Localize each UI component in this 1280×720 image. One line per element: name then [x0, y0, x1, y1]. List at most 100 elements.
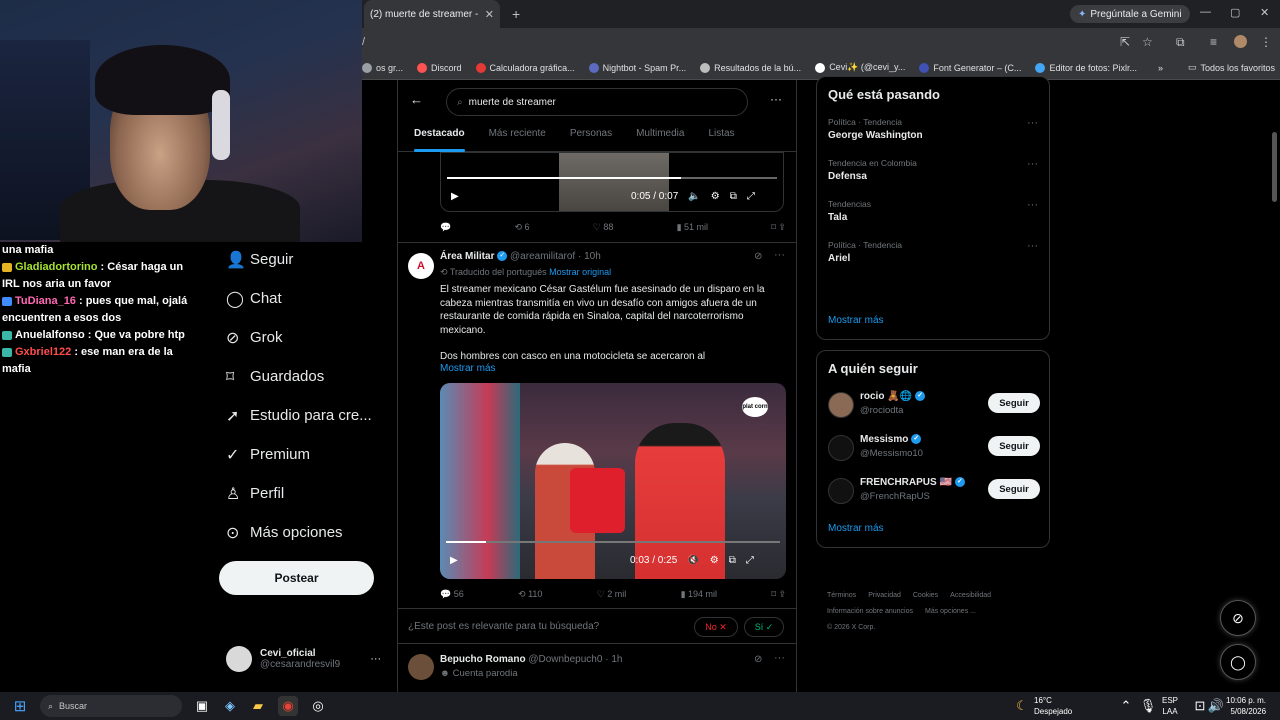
video-progress-track[interactable] — [446, 541, 780, 543]
pip-icon[interactable]: ⧉ — [730, 191, 737, 202]
tab-2[interactable]: Personas — [562, 124, 620, 152]
nav-item-premium[interactable]: ✓ Premium — [220, 435, 390, 474]
tab-4[interactable]: Listas — [700, 124, 742, 152]
nav-item-guardados[interactable]: ⌑ Guardados — [220, 357, 390, 396]
avatar[interactable]: A — [408, 253, 434, 279]
video-player-2[interactable]: plat corn ▶ 0:03 / 0:25 🔇 ⚙ ⧉ ⤢ — [440, 383, 786, 579]
tweet[interactable]: A Área Militar ✓ @areamilitarof · 10h ⊘ … — [398, 242, 796, 602]
reply-button[interactable]: 💬 56 — [440, 589, 464, 600]
follow-suggestion[interactable]: Messismo ✓ @Messismo10 Seguir — [828, 432, 1040, 464]
tweet-handle[interactable]: @areamilitarof — [510, 251, 575, 262]
relevance-no-button[interactable]: No ✕ — [694, 617, 738, 637]
fullscreen-icon[interactable]: ⤢ — [746, 555, 754, 566]
search-more-icon[interactable]: ··· — [770, 92, 782, 106]
extensions-icon[interactable]: ⧉ — [1176, 35, 1185, 50]
nav-item-perfil[interactable]: ♙ Perfil — [220, 474, 390, 513]
follow-name[interactable]: FRENCHRAPUS 🇺🇸 ✓ — [860, 477, 965, 488]
minimize-button[interactable]: — — [1200, 6, 1211, 18]
footer-link[interactable]: Cookies — [913, 592, 938, 599]
profile-avatar-icon[interactable] — [1234, 35, 1247, 48]
avatar[interactable] — [828, 392, 854, 418]
bookmark-button[interactable]: ⌑ ⇪ — [771, 222, 786, 233]
tweet[interactable]: Bepucho Romano @Downbepuch0 · 1h ☻ Cuent… — [398, 646, 796, 692]
nav-item-chat[interactable]: ◯ Chat — [220, 279, 390, 318]
cast-icon[interactable]: ⇱ — [1120, 35, 1130, 49]
windows-start-icon[interactable]: ⊞ — [10, 696, 30, 716]
bookmark-item[interactable]: Nightbot - Spam Pr... — [588, 62, 686, 73]
messages-fab-button[interactable]: ◯ — [1220, 644, 1256, 680]
search-input[interactable]: ⌕ muerte de streamer — [446, 88, 748, 116]
address-bar[interactable]: / ⇱ ☆ ⧉ ≡ ⋮ — [362, 28, 1280, 56]
address-text[interactable]: / — [362, 36, 365, 48]
grok-icon[interactable]: ⊘ — [754, 251, 762, 262]
play-icon[interactable]: ▶ — [451, 191, 459, 202]
nav-item-grok[interactable]: ⊘ Grok — [220, 318, 390, 357]
bookmark-item[interactable]: Resultados de la bú... — [700, 62, 801, 73]
avatar[interactable] — [408, 654, 434, 680]
video-player-1[interactable]: ▶ 0:05 / 0:07 🔈 ⚙ ⧉ ⤢ — [440, 152, 784, 212]
trend-item[interactable]: Tendencia en Colombia Defensa ··· — [828, 158, 1038, 182]
post-button[interactable]: Postear — [219, 561, 374, 595]
trend-more-icon[interactable]: ··· — [1027, 240, 1038, 252]
bookmark-item[interactable]: os gr... — [362, 62, 403, 73]
nav-item-ms[interactable]: ⊙ Más opciones — [220, 513, 390, 552]
tweet-more-icon[interactable]: ··· — [774, 249, 785, 261]
tweet-time[interactable]: · 10h — [578, 251, 601, 262]
fullscreen-icon[interactable]: ⤢ — [747, 191, 755, 202]
tab-close-icon[interactable]: ✕ — [485, 8, 494, 21]
volume-icon[interactable]: 🔊 — [1206, 696, 1226, 716]
grok-fab-button[interactable]: ⊘ — [1220, 600, 1256, 636]
bookmark-item[interactable]: Cevi✨ (@cevi_y... — [815, 62, 905, 73]
star-icon[interactable]: ☆ — [1142, 35, 1153, 49]
play-icon[interactable]: ▶ — [450, 555, 458, 566]
footer-link[interactable]: Más opciones ... — [925, 608, 976, 615]
show-original-link[interactable]: Mostrar original — [549, 267, 611, 277]
like-button[interactable]: ♡ 2 mil — [597, 589, 627, 600]
volume-icon[interactable]: 🔈 — [688, 191, 700, 202]
back-arrow-icon[interactable]: ← — [410, 92, 423, 107]
close-window-button[interactable]: ✕ — [1260, 6, 1269, 19]
tweet-more-icon[interactable]: ··· — [774, 652, 785, 664]
footer-link[interactable]: Accesibilidad — [950, 592, 991, 599]
follow-button[interactable]: Seguir — [988, 479, 1040, 499]
trending-more-link[interactable]: Mostrar más — [828, 315, 884, 326]
avatar[interactable] — [828, 478, 854, 504]
footer-link[interactable]: Privacidad — [868, 592, 901, 599]
trend-more-icon[interactable]: ··· — [1027, 199, 1038, 211]
reply-button[interactable]: 💬 — [440, 222, 451, 233]
chevron-up-icon[interactable]: ⌃ — [1116, 696, 1136, 716]
media-icon[interactable]: ≡ — [1210, 35, 1217, 49]
app-icon[interactable]: ◈ — [220, 696, 240, 716]
maximize-button[interactable]: ▢ — [1230, 6, 1240, 19]
mute-icon[interactable]: 🔇 — [687, 555, 699, 566]
follow-button[interactable]: Seguir — [988, 436, 1040, 456]
tab-0[interactable]: Destacado — [406, 124, 473, 152]
avatar[interactable] — [828, 435, 854, 461]
microphone-icon[interactable]: 🎙 — [1138, 696, 1158, 716]
trend-more-icon[interactable]: ··· — [1027, 158, 1038, 170]
grok-icon[interactable]: ⊘ — [754, 654, 762, 665]
footer-link[interactable]: Términos — [827, 592, 856, 599]
tab-1[interactable]: Más reciente — [481, 124, 554, 152]
scrollbar-thumb[interactable] — [1272, 132, 1277, 202]
account-more-icon[interactable]: ··· — [370, 653, 381, 665]
nav-item-seguir[interactable]: 👤 Seguir — [220, 240, 390, 279]
bookmark-button[interactable]: ⌑ ⇪ — [771, 589, 786, 600]
footer-link[interactable]: Información sobre anuncios — [827, 608, 913, 615]
like-button[interactable]: ♡ 88 — [593, 222, 614, 233]
show-more-link[interactable]: Mostrar más — [440, 363, 496, 374]
tweet-handle[interactable]: @Downbepuch0 — [528, 654, 602, 665]
trend-item[interactable]: Política · Tendencia Ariel ··· — [828, 240, 1038, 264]
language-indicator[interactable]: ESP LAA — [1162, 695, 1178, 717]
account-switcher[interactable]: Cevi_oficial @cesarandresvil9 ··· — [226, 644, 396, 674]
follow-button[interactable]: Seguir — [988, 393, 1040, 413]
chevron-right-icon[interactable]: » — [1158, 63, 1163, 73]
settings-icon[interactable]: ⚙ — [710, 555, 719, 566]
bookmark-item[interactable]: Calculadora gráfica... — [475, 62, 575, 73]
bookmark-item[interactable]: Discord — [417, 62, 462, 73]
views-count[interactable]: ▮ 194 mil — [681, 589, 717, 600]
tweet-time[interactable]: · 1h — [605, 654, 622, 665]
scrollbar[interactable] — [1271, 82, 1278, 682]
repost-button[interactable]: ⟲ 6 — [514, 222, 529, 233]
file-explorer-icon[interactable]: ▰ — [248, 696, 268, 716]
